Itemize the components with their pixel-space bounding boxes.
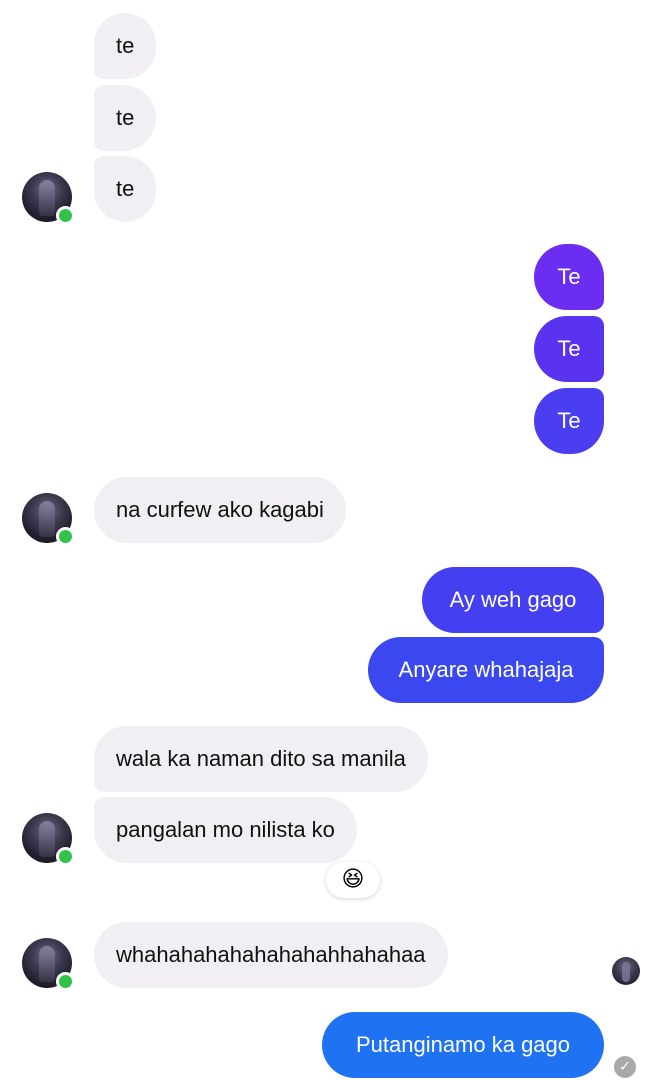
outgoing-message[interactable]: Te — [534, 244, 604, 310]
avatar-photo — [39, 946, 55, 982]
online-status-indicator — [56, 972, 75, 991]
outgoing-message[interactable]: Te — [534, 316, 604, 382]
contact-avatar[interactable] — [22, 938, 75, 991]
incoming-message[interactable]: whahahahahahahahahhahahaa — [94, 922, 448, 988]
avatar-photo — [39, 821, 55, 857]
avatar-photo — [39, 501, 55, 537]
seen-by-avatar-icon — [612, 957, 640, 985]
online-status-indicator — [56, 527, 75, 546]
checkmark-circle-icon: ✓ — [614, 1056, 636, 1078]
online-status-indicator — [56, 206, 75, 225]
incoming-message[interactable]: na curfew ako kagabi — [94, 477, 346, 543]
outgoing-message[interactable]: Anyare whahajaja — [368, 637, 604, 703]
contact-avatar[interactable] — [22, 493, 75, 546]
outgoing-message[interactable]: Ay weh gago — [422, 567, 604, 633]
contact-avatar[interactable] — [22, 172, 75, 225]
avatar-photo — [622, 962, 630, 982]
incoming-message[interactable]: te — [94, 85, 157, 151]
incoming-message[interactable]: wala ka naman dito sa manila — [94, 726, 428, 792]
online-status-indicator — [56, 847, 75, 866]
outgoing-message[interactable]: Putanginamo ka gago — [322, 1012, 604, 1078]
outgoing-message[interactable]: Te — [534, 388, 604, 454]
incoming-message[interactable]: te — [94, 13, 157, 79]
avatar-photo — [39, 180, 55, 216]
incoming-message[interactable]: pangalan mo nilista ko — [94, 797, 357, 863]
incoming-message[interactable]: te — [94, 156, 157, 222]
laughing-reaction-icon[interactable]: 😆 — [326, 862, 380, 898]
contact-avatar[interactable] — [22, 813, 75, 866]
